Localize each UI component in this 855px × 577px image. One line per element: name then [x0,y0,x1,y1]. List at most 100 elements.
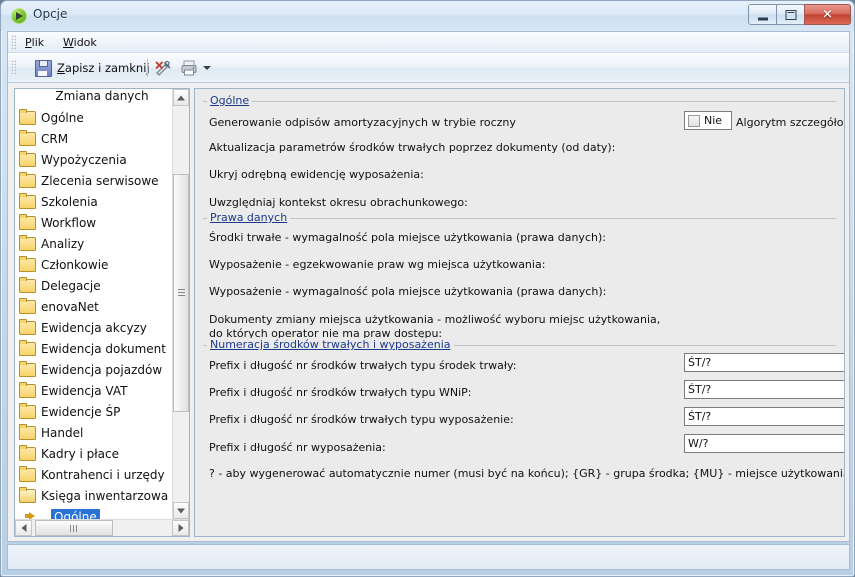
input-value: ŚT/? [688,383,712,396]
sidebar-item-label: CRM [41,131,69,146]
label-prefix-wnip: Prefix i długość nr środków trwałych typ… [209,386,472,399]
printer-icon[interactable] [180,59,198,77]
sidebar-item-handel[interactable]: Handel [15,422,173,443]
label-prefix-srodek-trwaly: Prefix i długość nr środków trwałych typ… [209,359,517,372]
scroll-right-button[interactable] [172,520,189,536]
sidebar-item-label: Ewidencja VAT [41,383,128,398]
sidebar-item-workflow[interactable]: Workflow [15,212,173,233]
sidebar-item-ewidencja-dokumentow[interactable]: Ewidencja dokument [15,338,173,359]
folder-icon [19,234,36,251]
scroll-left-button[interactable] [15,520,32,536]
sidebar-item-ewidencja-akcyzy[interactable]: Ewidencja akcyzy [15,317,173,338]
sidebar-item-enovanet[interactable]: enovaNet [15,296,173,317]
sidebar-item-wypozyczenia[interactable]: Wypożyczenia [15,149,173,170]
settings-panel: Ogólne Generowanie odpisów amortyzacyjny… [194,88,845,537]
sidebar-item-label: Analizy [41,236,85,251]
floppy-disk-icon [35,59,52,77]
options-window: Opcje ✕ Plik Widok Zapisz i zamknij Zmia… [0,0,855,577]
close-icon: ✕ [822,7,833,22]
sidebar-item-ewidencja-vat[interactable]: Ewidencja VAT [15,380,173,401]
menu-bar: Plik Widok [8,32,849,53]
toolbar-drag-grip[interactable] [11,60,16,75]
sidebar-item-ogolne-selected[interactable]: Ogólne [15,506,173,519]
input-prefix-srodek-trwaly[interactable]: ŚT/? [684,353,844,372]
sidebar-item-label: Ewidencja akcyzy [41,320,147,335]
sidebar-item-ewidencja-pojazdow[interactable]: Ewidencja pojazdów [15,359,173,380]
sidebar-item-label: Wypożyczenia [41,152,127,167]
label-dokumenty-zmiany-line1: Dokumenty zmiany miejsca użytkowania - m… [209,313,661,326]
folder-icon [19,444,36,461]
sidebar-item-czlonkowie[interactable]: Członkowie [15,254,173,275]
sidebar-item-label: Członkowie [41,257,109,272]
label-generowanie-odpisow: Generowanie odpisów amortyzacyjnych w tr… [209,116,516,129]
folder-icon [19,297,36,314]
sidebar-item-label: Ewidencja dokument [41,341,166,356]
status-bar [7,544,850,570]
folder-icon [19,318,36,335]
folder-icon [19,255,36,272]
folder-icon [19,276,36,293]
sidebar-item-delegacje[interactable]: Delegacje [15,275,173,296]
checkbox-generowanie-odpisow[interactable]: Nie [684,111,732,130]
sidebar-item-label: enovaNet [41,299,99,314]
toolbar-separator [147,59,148,77]
window-controls: ✕ [748,4,851,25]
folder-icon [19,360,36,377]
maximize-button[interactable] [776,4,805,25]
label-prefix-wyposazenie-st: Prefix i długość nr środków trwałych typ… [209,413,514,426]
sidebar-item-crm[interactable]: CRM [15,128,173,149]
save-and-close-button[interactable]: Zapisz i zamknij [30,57,155,79]
chevron-down-icon[interactable] [203,66,211,70]
vertical-scroll-thumb[interactable] [173,174,189,412]
menu-item-widok[interactable]: Widok [58,35,102,50]
input-prefix-wnip[interactable]: ŚT/? [684,380,844,399]
folder-icon [19,192,36,209]
sidebar-item-ewidencje-sp[interactable]: Ewidencje ŚP [15,401,173,422]
label-aktualizacja-parametrow: Aktualizacja parametrów środków trwałych… [209,141,616,154]
group-ogolne: Ogólne [203,94,836,107]
sidebar-item-ogolne-root[interactable]: Ogólne [15,107,173,128]
window-title: Opcje [33,7,68,21]
sidebar-vertical-scrollbar[interactable] [172,89,189,519]
numbering-hint-text: ? - aby wygenerować automatycznie numer … [209,467,845,480]
folder-icon [19,465,36,482]
menu-drag-grip[interactable] [11,35,16,50]
sidebar-item-label: Kontrahenci i urzędy [41,467,165,482]
minimize-icon [757,17,768,20]
sidebar-item-analizy[interactable]: Analizy [15,233,173,254]
sidebar-item-label: Delegacje [41,278,101,293]
sidebar-item-label: Księga inwentarzowa [41,488,169,503]
close-button[interactable]: ✕ [804,4,851,25]
scroll-right-arrow-icon [178,524,183,532]
sidebar-item-kadry-i-place[interactable]: Kadry i płace [15,443,173,464]
tools-icon[interactable] [154,59,172,77]
label-uwzgledniaj-kontekst: Uwzględniaj kontekst okresu obrachunkowe… [209,196,468,209]
checkbox-value: Nie [704,114,723,127]
scroll-down-button[interactable] [173,502,189,519]
menu-item-plik[interactable]: Plik [20,35,49,50]
input-prefix-wyposazenia[interactable]: W/? [684,434,844,453]
scroll-up-arrow-icon [177,95,185,100]
folder-open-icon [19,486,36,503]
sidebar-item-label: Ogólne [41,110,84,125]
sidebar-item-zlecenia-serwisowe[interactable]: Zlecenia serwisowe [15,170,173,191]
sidebar-item-szkolenia[interactable]: Szkolenia [15,191,173,212]
sidebar-item-ksiega-inwentarzowa[interactable]: Księga inwentarzowa [15,485,173,506]
input-prefix-wyposazenie-st[interactable]: ŚT/? [684,407,844,426]
sidebar-horizontal-scrollbar[interactable] [15,519,189,536]
sidebar-tree: Ogólne CRM Wypożyczenia Zlecenia serwiso… [15,107,173,519]
minimize-button[interactable] [748,4,777,25]
folder-icon [19,171,36,188]
group-numeracja: Numeracja środków trwałych i wyposażenia [203,338,836,351]
horizontal-scroll-thumb[interactable] [35,520,113,536]
sidebar-tree-panel: Zmiana danych Ogólne CRM Wypożyczenia Zl… [14,88,190,537]
folder-icon [19,423,36,440]
folder-icon [19,108,36,125]
scroll-up-button[interactable] [173,89,189,106]
input-value: ŚT/? [688,356,712,369]
sidebar-item-label: Ewidencja pojazdów [41,362,163,377]
sidebar-item-kontrahenci-i-urzedy[interactable]: Kontrahenci i urzędy [15,464,173,485]
save-and-close-label: Zapisz i zamknij [57,61,150,75]
label-srodki-trwale-wymagalnosc: Środki trwałe - wymagalność pola miejsce… [209,231,606,244]
label-ukryj-ewidencje: Ukryj odrębną ewidencję wyposażenia: [209,168,424,181]
